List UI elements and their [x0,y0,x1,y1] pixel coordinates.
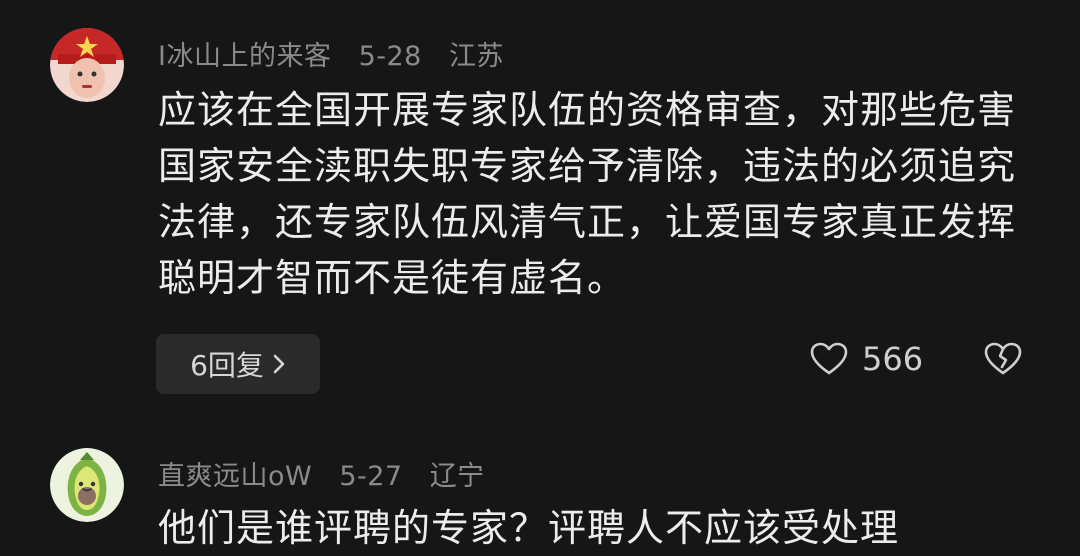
comment-text: 应该在全国开展专家队伍的资格审查，对那些危害国家安全渎职失职专家给予清除，违法的… [158,88,1017,300]
comment-date: 5-27 [339,461,403,492]
username[interactable]: 直爽远山oW [158,461,312,492]
like-count: 566 [862,340,924,378]
reply-count-label: 6回复 [190,349,264,382]
user-avatar[interactable] [50,28,124,102]
view-replies-button[interactable]: 6回复 [156,334,320,394]
broken-heart-icon [984,342,1022,376]
dislike-button[interactable] [984,342,1022,376]
comment-date: 5-28 [358,41,422,72]
user-avatar[interactable] [50,448,124,522]
comment-item: I冰山上的来客 5-28 江苏 应该在全国开展专家队伍的资格审查，对那些危害国家… [0,0,1080,420]
heart-icon [810,342,848,376]
username[interactable]: I冰山上的来客 [158,41,331,72]
comment-location: 江苏 [448,41,504,72]
chevron-right-icon [272,353,286,375]
comment-meta: I冰山上的来客 5-28 江苏 [158,34,522,73]
comment-location: 辽宁 [429,461,485,492]
like-button[interactable]: 566 [810,340,923,378]
comment-meta: 直爽远山oW 5-27 辽宁 [158,454,503,493]
comment-item: 直爽远山oW 5-27 辽宁 他们是谁评聘的专家？评聘人不应该受处理 [0,420,1080,550]
comment-text: 他们是谁评聘的专家？评聘人不应该受处理 [158,506,900,550]
